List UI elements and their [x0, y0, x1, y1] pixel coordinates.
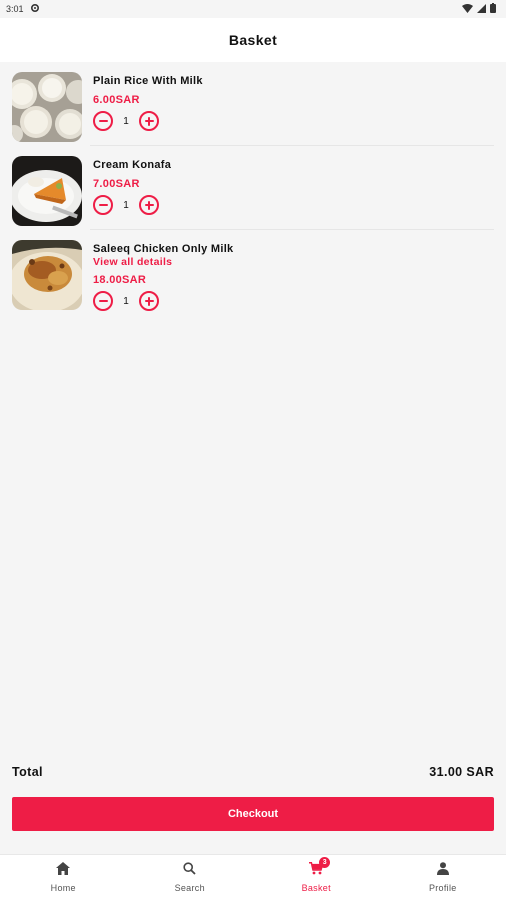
wifi-icon — [462, 3, 473, 15]
decrease-quantity-button[interactable] — [93, 111, 113, 131]
decrease-quantity-button[interactable] — [93, 195, 113, 215]
quantity-stepper: 1 — [93, 291, 233, 311]
item-name: Cream Konafa — [93, 159, 172, 171]
checkout-button[interactable]: Checkout — [12, 797, 494, 831]
increase-quantity-button[interactable] — [139, 111, 159, 131]
total-value: 31.00 SAR — [429, 765, 494, 779]
item-name: Saleeq Chicken Only Milk — [93, 243, 234, 255]
item-price: 6.00SAR — [93, 94, 140, 106]
decrease-quantity-button[interactable] — [93, 291, 113, 311]
increase-quantity-button[interactable] — [139, 195, 159, 215]
search-icon — [183, 862, 196, 880]
item-price: 18.00SAR — [93, 274, 147, 286]
nav-search-label: Search — [174, 883, 205, 893]
nav-home[interactable]: Home — [0, 855, 127, 900]
total-row: Total 31.00 SAR — [12, 762, 494, 782]
item-image-rice-milk — [12, 72, 82, 142]
nav-home-label: Home — [50, 883, 76, 893]
item-quantity: 1 — [123, 115, 129, 127]
item-quantity: 1 — [123, 295, 129, 307]
basket-item: Saleeq Chicken Only Milk View all detail… — [0, 230, 506, 330]
nav-basket-label: Basket — [301, 883, 331, 893]
page-title: Basket — [228, 32, 278, 48]
item-name: Plain Rice With Milk — [93, 75, 203, 87]
status-bar: 3:01 — [0, 0, 506, 18]
basket-item: Cream Konafa 7.00SAR 1 — [0, 146, 506, 230]
nav-profile[interactable]: Profile — [380, 855, 506, 900]
item-quantity: 1 — [123, 199, 129, 211]
item-image-saleeq-chicken — [12, 240, 82, 310]
status-time: 3:01 — [6, 4, 24, 14]
plus-icon-vertical — [148, 200, 150, 210]
plus-icon-vertical — [148, 296, 150, 306]
minus-icon — [98, 204, 108, 206]
settings-icon — [30, 3, 40, 15]
app-bar: Basket — [0, 18, 506, 62]
basket-list: Plain Rice With Milk 6.00SAR 1 Cream Kon… — [0, 62, 506, 330]
nav-profile-label: Profile — [428, 883, 457, 893]
minus-icon — [98, 120, 108, 122]
home-icon — [56, 862, 71, 880]
total-label: Total — [12, 765, 43, 779]
basket-item: Plain Rice With Milk 6.00SAR 1 — [0, 62, 506, 146]
quantity-stepper: 1 — [93, 195, 171, 215]
nav-basket[interactable]: 3 Basket — [253, 855, 380, 900]
battery-icon — [490, 3, 496, 15]
item-price: 7.00SAR — [93, 178, 140, 190]
increase-quantity-button[interactable] — [139, 291, 159, 311]
quantity-stepper: 1 — [93, 111, 203, 131]
item-image-cream-konafa — [12, 156, 82, 226]
signal-icon — [477, 3, 486, 15]
view-details-link[interactable]: View all details — [93, 256, 233, 269]
plus-icon-vertical — [148, 116, 150, 126]
minus-icon — [98, 300, 108, 302]
bottom-navigation: Home Search 3 Basket Profile — [0, 854, 506, 900]
nav-search[interactable]: Search — [127, 855, 254, 900]
person-icon — [436, 862, 449, 880]
cart-count-badge: 3 — [319, 857, 331, 868]
